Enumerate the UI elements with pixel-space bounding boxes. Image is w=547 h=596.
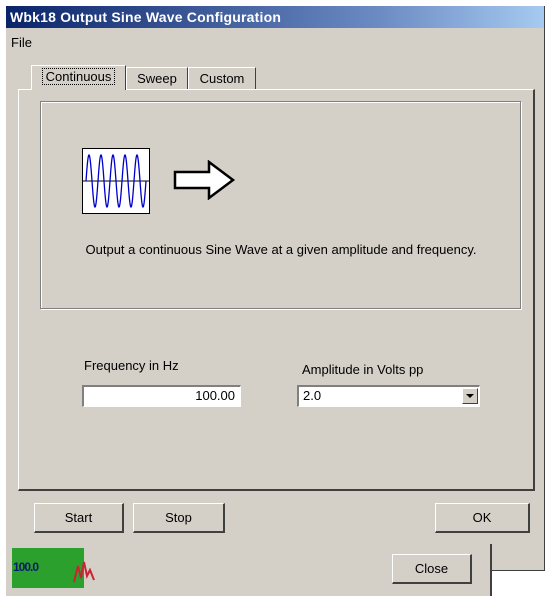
amplitude-label: Amplitude in Volts pp — [302, 362, 424, 377]
tab-continuous[interactable]: Continuous — [31, 65, 126, 90]
window-title: Wbk18 Output Sine Wave Configuration — [10, 9, 282, 25]
sine-wave-icon — [82, 148, 150, 214]
tab-sweep-label: Sweep — [137, 71, 177, 86]
amplitude-select[interactable]: 2.0 — [297, 385, 480, 407]
tab-custom[interactable]: Custom — [188, 67, 256, 89]
chevron-down-icon — [466, 394, 474, 398]
start-button[interactable]: Start — [34, 503, 124, 533]
signal-icon — [70, 556, 100, 589]
amplitude-value: 2.0 — [303, 388, 322, 403]
description-text: Output a continuous Sine Wave at a given… — [85, 242, 477, 257]
close-button[interactable]: Close — [392, 554, 472, 584]
status-readout: 100.0 — [13, 560, 39, 574]
tab-continuous-label: Continuous — [41, 68, 116, 85]
right-arrow-icon — [173, 159, 237, 203]
tab-custom-label: Custom — [199, 71, 245, 86]
menu-file[interactable]: File — [11, 35, 32, 50]
frequency-label: Frequency in Hz — [84, 358, 179, 373]
ok-button[interactable]: OK — [435, 503, 530, 533]
stop-button[interactable]: Stop — [133, 503, 225, 533]
tab-sweep[interactable]: Sweep — [126, 67, 188, 89]
frequency-input[interactable]: 100.00 — [82, 385, 241, 407]
dropdown-button[interactable] — [462, 388, 478, 404]
